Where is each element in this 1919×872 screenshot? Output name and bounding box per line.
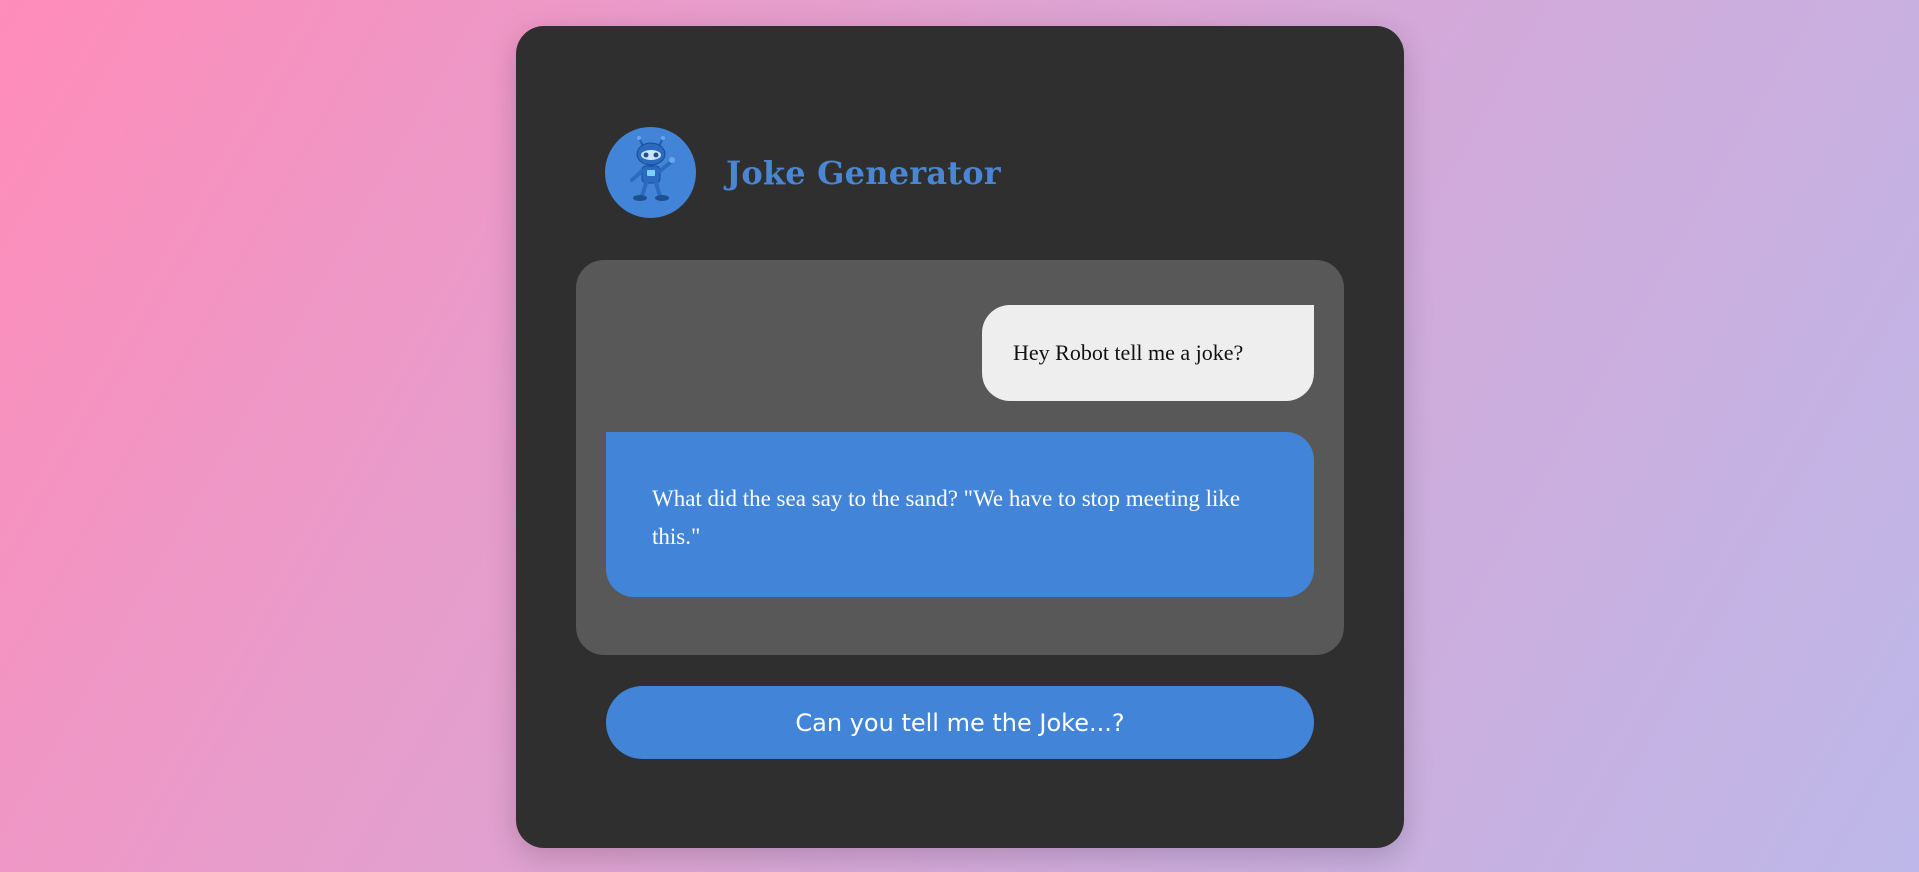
robot-avatar	[605, 127, 696, 218]
tell-joke-button[interactable]: Can you tell me the Joke...?	[606, 686, 1314, 759]
bot-message-bubble: What did the sea say to the sand? "We ha…	[606, 432, 1314, 597]
header: Joke Generator	[605, 127, 1001, 218]
bot-message-text: What did the sea say to the sand? "We ha…	[652, 486, 1241, 549]
joke-card: Joke Generator Hey Robot tell me a joke?…	[516, 26, 1404, 848]
user-message-bubble: Hey Robot tell me a joke?	[982, 305, 1314, 401]
user-message-text: Hey Robot tell me a joke?	[1013, 340, 1244, 365]
app-title: Joke Generator	[726, 153, 1001, 192]
chat-panel: Hey Robot tell me a joke? What did the s…	[576, 260, 1344, 655]
robot-icon	[621, 135, 681, 210]
